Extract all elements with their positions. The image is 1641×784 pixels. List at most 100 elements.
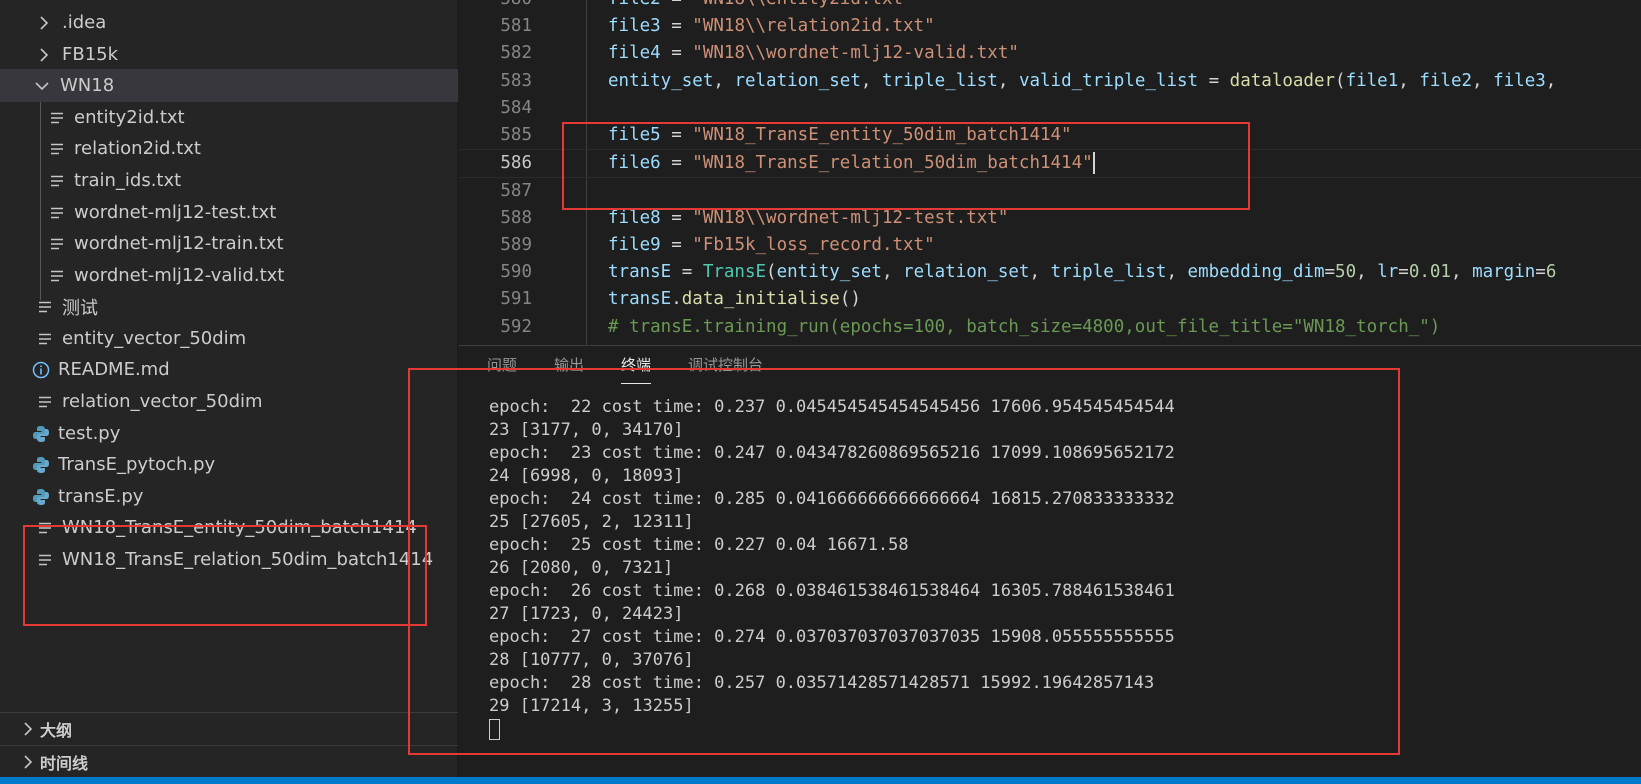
code-line: 582 file4 = "WN18\\wordnet-mlj12-valid.t… — [459, 39, 1641, 68]
tree-item-label: wordnet-mlj12-train.txt — [74, 233, 284, 254]
tree-file-wordnet-valid[interactable]: wordnet-mlj12-valid.txt — [0, 259, 458, 292]
terminal-line: 29 [17214, 3, 13255] — [489, 696, 694, 716]
text-file-icon — [46, 107, 68, 129]
code-line: 584 — [459, 94, 1641, 123]
line-number: 583 — [500, 71, 532, 92]
code-text: file3 = "WN18\\relation2id.txt" — [608, 16, 935, 37]
code-line-current: 586 file6 = "WN18_TransE_relation_50dim_… — [459, 149, 1641, 178]
code-line: 587 — [459, 177, 1641, 206]
tree-file-readme[interactable]: README.md — [0, 353, 458, 386]
text-file-icon — [46, 170, 68, 192]
terminal-line: epoch: 27 cost time: 0.274 0.03703703703… — [489, 627, 1175, 647]
tree-item-label: WN18 — [60, 75, 115, 96]
tree-item-label: transE.py — [58, 486, 144, 507]
text-cursor — [1092, 152, 1095, 175]
tree-item-label: .idea — [62, 12, 107, 33]
line-number: 591 — [500, 289, 532, 310]
tree-folder-fb15k[interactable]: FB15k — [0, 38, 458, 71]
terminal-output[interactable]: epoch: 22 cost time: 0.237 0.04545454545… — [489, 396, 1629, 741]
code-line: 592 # transE.training_run(epochs=100, ba… — [459, 313, 1641, 342]
tree-file-train-ids[interactable]: train_ids.txt — [0, 164, 458, 197]
terminal-line: 28 [10777, 0, 37076] — [489, 650, 694, 670]
python-icon — [30, 423, 52, 445]
code-line: 585 file5 = "WN18_TransE_entity_50dim_ba… — [459, 121, 1641, 150]
chevron-down-icon — [34, 78, 50, 94]
terminal-line: epoch: 22 cost time: 0.237 0.04545454545… — [489, 397, 1175, 417]
tree-item-label: relation_vector_50dim — [62, 391, 263, 412]
status-bar — [0, 777, 1641, 784]
chevron-right-icon — [36, 47, 52, 63]
tree-file-entity-vector[interactable]: entity_vector_50dim — [0, 322, 458, 355]
code-text: file5 = "WN18_TransE_entity_50dim_batch1… — [608, 125, 1072, 146]
tree-file-wordnet-train[interactable]: wordnet-mlj12-train.txt — [0, 227, 458, 260]
code-text: # transE.training_run(epochs=100, batch_… — [608, 317, 1441, 338]
python-icon — [30, 486, 52, 508]
terminal-prompt[interactable] — [489, 718, 1629, 741]
terminal-line: epoch: 25 cost time: 0.227 0.04 16671.58 — [489, 535, 909, 555]
tree-folder-idea[interactable]: .idea — [0, 6, 458, 39]
outline-section-label: 大纲 — [40, 721, 73, 740]
code-line: 581 file3 = "WN18\\relation2id.txt" — [459, 12, 1641, 41]
timeline-section-header[interactable]: 时间线 — [0, 745, 458, 778]
tree-folder-wn18[interactable]: WN18 — [0, 69, 458, 102]
tree-item-label: test.py — [58, 423, 121, 444]
chevron-right-icon — [36, 15, 52, 31]
chevron-right-icon — [20, 721, 36, 737]
line-number: 586 — [500, 153, 532, 174]
chevron-right-icon — [20, 754, 36, 770]
tree-file-ceshi[interactable]: 测试 — [0, 290, 458, 323]
tree-item-label: entity_vector_50dim — [62, 328, 247, 349]
tree-file-test-py[interactable]: test.py — [0, 417, 458, 450]
explorer-sidebar: .idea FB15k WN18 entity2id.txt relation2… — [0, 0, 458, 784]
code-line: 591 transE.data_initialise() — [459, 285, 1641, 314]
tab-debug-console[interactable]: 调试控制台 — [688, 354, 763, 384]
terminal-line: epoch: 28 cost time: 0.257 0.03571428571… — [489, 673, 1155, 693]
code-line: 583 entity_set, relation_set, triple_lis… — [459, 67, 1641, 96]
tree-file-wn18-relation-batch[interactable]: WN18_TransE_relation_50dim_batch1414 — [0, 543, 458, 576]
code-text: file8 = "WN18\\wordnet-mlj12-test.txt" — [608, 208, 1009, 229]
terminal-line: 23 [3177, 0, 34170] — [489, 420, 684, 440]
text-file-icon — [34, 328, 56, 350]
code-editor[interactable]: 580 file2 = "WN18\\entity2id.txt" 581 fi… — [459, 0, 1641, 345]
text-file-icon — [46, 265, 68, 287]
vscode-window: .idea FB15k WN18 entity2id.txt relation2… — [0, 0, 1641, 784]
text-file-icon — [34, 296, 56, 318]
line-number: 588 — [500, 208, 532, 229]
terminal-line: 26 [2080, 0, 7321] — [489, 558, 674, 578]
tree-file-transe-pytoch[interactable]: TransE_pytoch.py — [0, 448, 458, 481]
python-icon — [30, 454, 52, 476]
tree-item-label: train_ids.txt — [74, 170, 182, 191]
tree-file-transe-py[interactable]: transE.py — [0, 480, 458, 513]
outline-section-header[interactable]: 大纲 — [0, 712, 458, 745]
tab-output[interactable]: 输出 — [554, 354, 584, 384]
tree-item-label: wordnet-mlj12-test.txt — [74, 202, 277, 223]
tree-item-label: entity2id.txt — [74, 107, 185, 128]
tree-item-label: FB15k — [62, 44, 119, 65]
text-file-icon — [34, 517, 56, 539]
tab-terminal[interactable]: 终端 — [621, 354, 652, 384]
tree-item-label: README.md — [58, 359, 170, 380]
terminal-line: epoch: 24 cost time: 0.285 0.04166666666… — [489, 489, 1175, 509]
line-number: 582 — [500, 43, 532, 64]
code-text: transE = TransE(entity_set, relation_set… — [608, 262, 1557, 283]
tree-file-relation-vector[interactable]: relation_vector_50dim — [0, 385, 458, 418]
line-number: 585 — [500, 125, 532, 146]
tree-item-label: wordnet-mlj12-valid.txt — [74, 265, 285, 286]
terminal-line: 25 [27605, 2, 12311] — [489, 512, 694, 532]
tree-file-wn18-entity-batch[interactable]: WN18_TransE_entity_50dim_batch1414 — [0, 511, 458, 544]
line-number: 584 — [500, 98, 532, 119]
bottom-panel: 问题 输出 终端 调试控制台 epoch: 22 cost time: 0.23… — [459, 345, 1641, 784]
tree-item-label: WN18_TransE_entity_50dim_batch1414 — [62, 517, 417, 538]
terminal-line: 24 [6998, 0, 18093] — [489, 466, 684, 486]
code-line: 590 transE = TransE(entity_set, relation… — [459, 258, 1641, 287]
tree-file-entity2id[interactable]: entity2id.txt — [0, 101, 458, 134]
tree-item-label: 测试 — [62, 297, 98, 319]
info-icon — [30, 359, 52, 381]
tree-item-label: WN18_TransE_relation_50dim_batch1414 — [62, 549, 434, 570]
tab-problems[interactable]: 问题 — [487, 354, 517, 384]
terminal-line: 27 [1723, 0, 24423] — [489, 604, 684, 624]
tree-file-wordnet-test[interactable]: wordnet-mlj12-test.txt — [0, 196, 458, 229]
text-file-icon — [46, 202, 68, 224]
tree-file-relation2id[interactable]: relation2id.txt — [0, 132, 458, 165]
terminal-cursor — [489, 718, 500, 740]
